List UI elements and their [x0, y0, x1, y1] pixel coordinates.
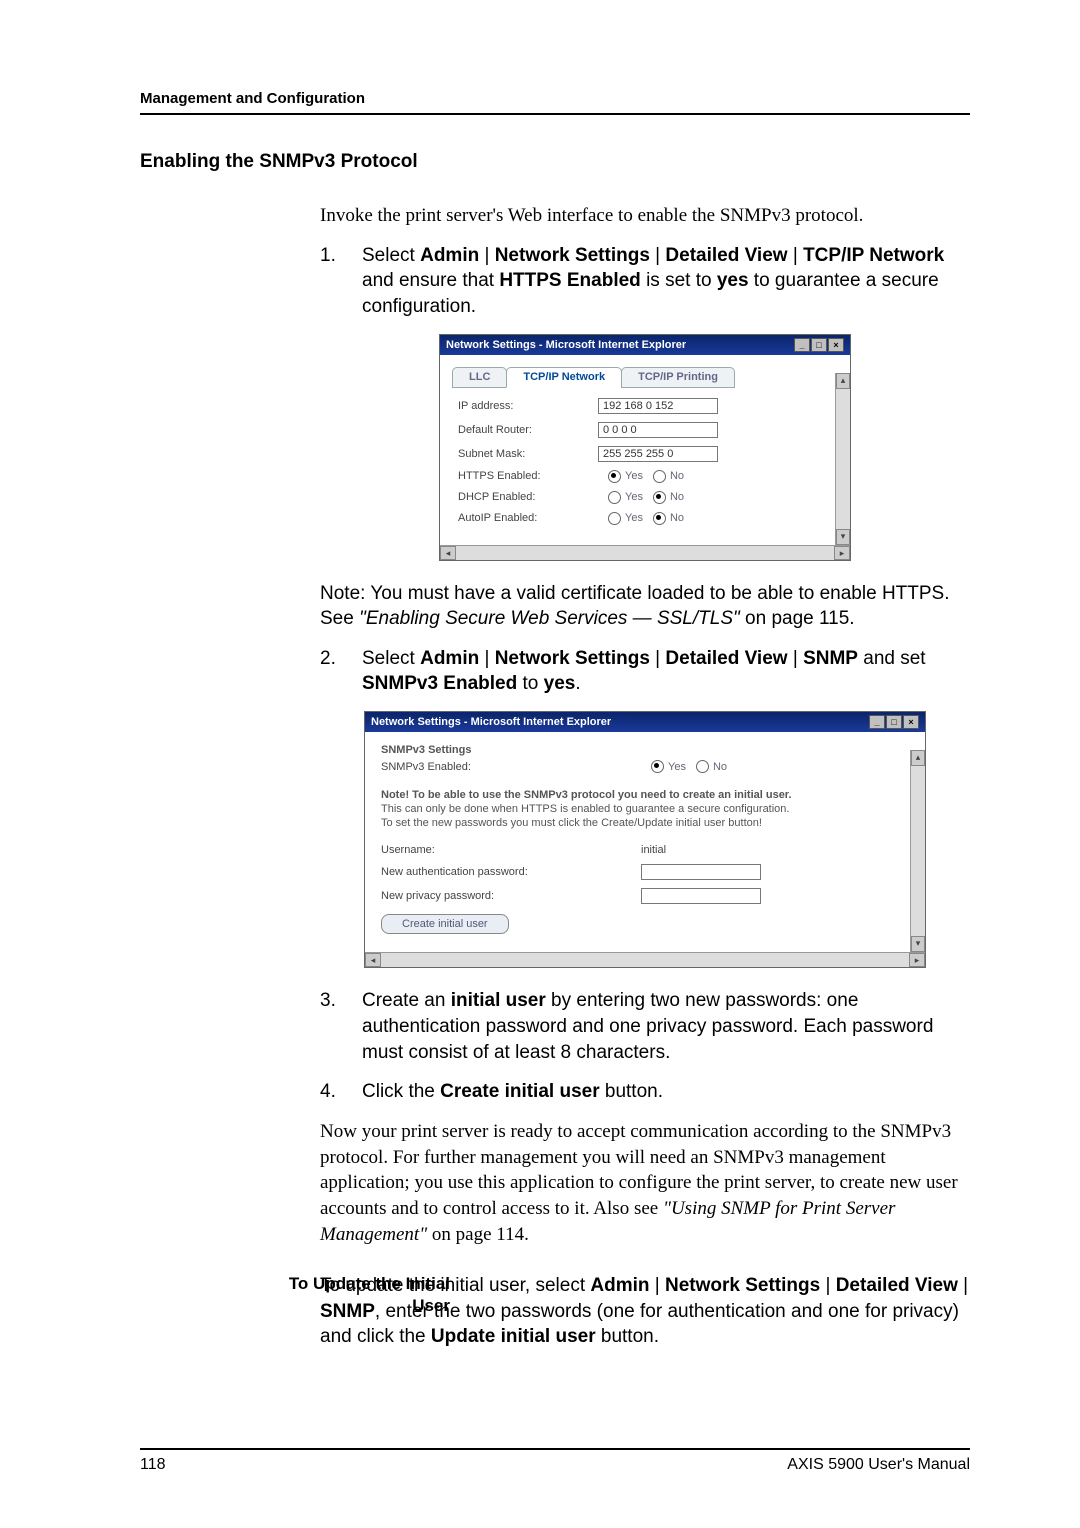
maximize-icon[interactable]: □: [811, 338, 827, 352]
ready-para: Now your print server is ready to accept…: [320, 1119, 970, 1247]
screenshot-tcpip-settings: Network Settings - Microsoft Internet Ex…: [439, 334, 851, 561]
step-2: 2. Select Admin | Network Settings | Det…: [320, 646, 970, 697]
step-2-text: Select Admin | Network Settings | Detail…: [362, 646, 970, 697]
step-2-num: 2.: [320, 646, 344, 697]
step-3-text: Create an initial user by entering two n…: [362, 988, 970, 1065]
create-initial-user-button[interactable]: Create initial user: [381, 914, 509, 934]
autoip-yes-radio[interactable]: [608, 512, 621, 525]
dhcp-no-radio[interactable]: [653, 491, 666, 504]
snmpv3-note: Note! To be able to use the SNMPv3 proto…: [381, 789, 909, 830]
section-heading: Enabling the SNMPv3 Protocol: [140, 151, 970, 173]
snmpv3-no-radio[interactable]: [696, 760, 709, 773]
autoip-enabled-label: AutoIP Enabled:: [458, 512, 598, 524]
https-enabled-label: HTTPS Enabled:: [458, 470, 598, 482]
dhcp-enabled-label: DHCP Enabled:: [458, 491, 598, 503]
subnet-mask-input[interactable]: [598, 446, 718, 462]
snmpv3-yes-radio[interactable]: [651, 760, 664, 773]
step-4-text: Click the Create initial user button.: [362, 1079, 663, 1105]
intro-para: Invoke the print server's Web interface …: [320, 203, 970, 229]
default-router-label: Default Router:: [458, 424, 598, 436]
horizontal-scrollbar[interactable]: ◂▸: [365, 952, 925, 967]
auth-password-input[interactable]: [641, 864, 761, 880]
privacy-password-label: New privacy password:: [381, 890, 641, 902]
tab-llc[interactable]: LLC: [452, 367, 507, 388]
step-1-num: 1.: [320, 243, 344, 320]
tab-tcpip-network[interactable]: TCP/IP Network: [506, 367, 622, 388]
default-router-input[interactable]: [598, 422, 718, 438]
snmpv3-enabled-label: SNMPv3 Enabled:: [381, 761, 641, 773]
page-footer: 118 AXIS 5900 User's Manual: [140, 1448, 970, 1474]
step-3-num: 3.: [320, 988, 344, 1065]
https-no-radio[interactable]: [653, 470, 666, 483]
snmpv3-settings-heading: SNMPv3 Settings: [381, 744, 909, 756]
username-value: initial: [641, 844, 666, 856]
side-heading-update-user: To Update the Initial User: [280, 1273, 450, 1317]
tab-tcpip-printing[interactable]: TCP/IP Printing: [621, 367, 735, 388]
screenshot-snmpv3-settings: Network Settings - Microsoft Internet Ex…: [364, 711, 926, 968]
running-head: Management and Configuration: [140, 90, 970, 115]
auth-password-label: New authentication password:: [381, 866, 641, 878]
step-4: 4. Click the Create initial user button.: [320, 1079, 970, 1105]
window-buttons: _□×: [793, 338, 844, 352]
window-titlebar: Network Settings - Microsoft Internet Ex…: [365, 712, 925, 732]
maximize-icon[interactable]: □: [886, 715, 902, 729]
window-titlebar: Network Settings - Microsoft Internet Ex…: [440, 335, 850, 355]
step-1: 1. Select Admin | Network Settings | Det…: [320, 243, 970, 320]
ip-address-input[interactable]: [598, 398, 718, 414]
minimize-icon[interactable]: _: [869, 715, 885, 729]
step-3: 3. Create an initial user by entering tw…: [320, 988, 970, 1065]
step-4-num: 4.: [320, 1079, 344, 1105]
close-icon[interactable]: ×: [828, 338, 844, 352]
ip-address-label: IP address:: [458, 400, 598, 412]
window-title: Network Settings - Microsoft Internet Ex…: [371, 716, 611, 728]
https-yes-radio[interactable]: [608, 470, 621, 483]
step-1-text: Select Admin | Network Settings | Detail…: [362, 243, 970, 320]
autoip-no-radio[interactable]: [653, 512, 666, 525]
minimize-icon[interactable]: _: [794, 338, 810, 352]
dhcp-yes-radio[interactable]: [608, 491, 621, 504]
vertical-scrollbar[interactable]: ▴▾: [835, 373, 850, 545]
window-buttons: _□×: [868, 715, 919, 729]
username-label: Username:: [381, 844, 641, 856]
note-https-cert: Note: You must have a valid certificate …: [320, 581, 970, 632]
page-number: 118: [140, 1456, 166, 1474]
subnet-mask-label: Subnet Mask:: [458, 448, 598, 460]
window-title: Network Settings - Microsoft Internet Ex…: [446, 339, 686, 351]
privacy-password-input[interactable]: [641, 888, 761, 904]
doc-title: AXIS 5900 User's Manual: [787, 1456, 970, 1474]
tab-bar: LLCTCP/IP NetworkTCP/IP Printing: [440, 355, 850, 394]
close-icon[interactable]: ×: [903, 715, 919, 729]
horizontal-scrollbar[interactable]: ◂▸: [440, 545, 850, 560]
